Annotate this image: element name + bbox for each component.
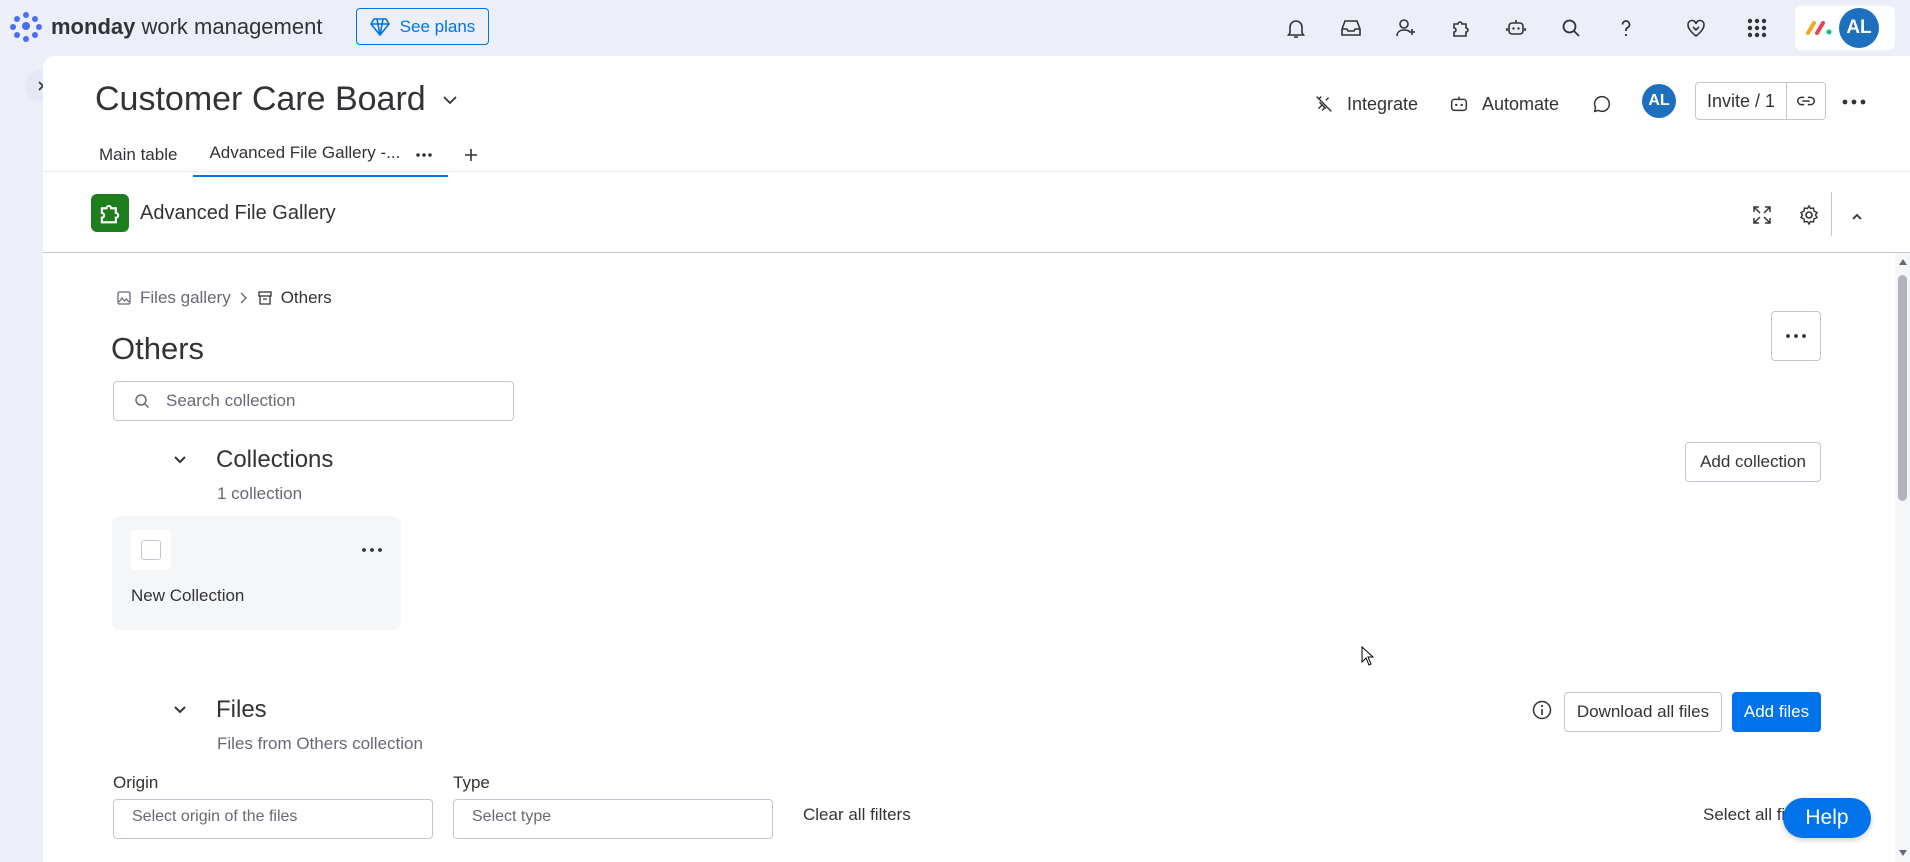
collections-count: 1 collection [217,484,303,503]
collection-name: New Collection [131,586,245,605]
monday-mark-icon [1806,21,1832,35]
integrate-button[interactable]: Integrate [1313,84,1418,124]
chevron-down-icon [443,95,457,104]
tab-more-icon[interactable] [416,153,433,157]
automate-robot-icon [1450,96,1468,112]
collection-more-options-button[interactable] [357,538,387,562]
invite-members-icon[interactable] [1390,12,1422,44]
origin-filter-label: Origin [113,773,159,792]
search-collection-field[interactable] [113,381,514,421]
board-owner-avatar[interactable]: AL [1642,84,1676,118]
diamond-icon [369,17,390,36]
widget-title: Advanced File Gallery [140,202,336,224]
search-collection-input[interactable] [164,390,494,412]
collections-heading: Collections [216,446,334,473]
tabs-divider [43,171,1910,172]
apps-puzzle-icon[interactable] [1445,12,1477,44]
gallery-content: Files gallery Others Others Collections … [43,253,1910,862]
collections-collapse-toggle[interactable] [168,447,192,471]
more-horizontal-icon [1842,99,1866,105]
clear-all-filters-button[interactable]: Clear all filters [803,805,911,825]
automate-button[interactable]: Automate [1448,84,1559,124]
board-more-options-button[interactable] [1838,86,1870,118]
invite-button[interactable]: Invite / 1 [1696,83,1787,119]
type-filter-select[interactable]: Select type [453,799,773,839]
heart-icon[interactable] [1680,12,1712,44]
brand-name: monday work management [51,14,323,39]
board-title[interactable]: Customer Care Board [95,80,458,119]
fullscreen-button[interactable] [1750,203,1776,229]
collapse-widget-button[interactable] [1843,203,1871,231]
widget-app-icon [91,194,129,232]
scrollbar-thumb[interactable] [1898,275,1907,501]
download-all-files-button[interactable]: Download all files [1564,692,1722,732]
breadcrumb-current: Others [280,288,332,307]
archive-box-icon [258,291,272,305]
monday-logo-icon [9,12,43,42]
see-plans-button[interactable]: See plans [356,8,489,45]
content-scrollbar[interactable] [1895,253,1910,862]
gear-icon [1800,204,1818,226]
type-filter-label: Type [453,773,490,792]
notifications-bell-icon[interactable] [1280,12,1312,44]
files-heading: Files [216,696,267,723]
search-icon[interactable] [1555,12,1587,44]
more-horizontal-icon [1786,334,1806,338]
image-gallery-icon [117,291,131,305]
puzzle-piece-icon [100,204,120,224]
invite-group: Invite / 1 [1695,82,1826,120]
left-sidebar-collapsed [0,56,40,862]
collection-card[interactable]: New Collection [112,516,401,630]
apps-grid-icon[interactable] [1741,12,1773,44]
scroll-down-arrow-icon[interactable] [1898,849,1908,857]
files-collapse-toggle[interactable] [168,697,192,721]
user-avatar[interactable]: AL [1839,8,1879,48]
chevron-up-icon [1852,213,1862,220]
add-files-button[interactable]: Add files [1732,692,1821,732]
collection-select-checkbox[interactable] [141,540,161,560]
plus-icon [465,149,478,161]
chevron-down-icon [174,455,186,463]
link-icon [1797,96,1815,106]
account-switcher[interactable]: AL [1795,6,1895,50]
more-horizontal-icon [362,548,382,552]
collection-thumbnail [131,530,171,570]
fullscreen-expand-icon [1753,206,1771,224]
ai-assistant-robot-icon[interactable] [1500,12,1532,44]
add-collection-button[interactable]: Add collection [1685,442,1821,482]
board-panel: Customer Care Board Integrate Automate A… [43,56,1910,862]
header-divider [1831,192,1832,236]
help-button[interactable]: Help [1783,798,1871,838]
mouse-cursor-icon [1361,646,1375,666]
help-question-icon[interactable] [1610,12,1642,44]
breadcrumb-files-gallery[interactable]: Files gallery [140,288,231,308]
widget-settings-button[interactable] [1797,203,1823,229]
updates-chat-icon[interactable] [1591,84,1613,124]
page-more-options-button[interactable] [1771,311,1821,361]
search-icon [135,394,150,409]
chevron-right-icon [240,292,247,304]
monday-logo[interactable]: monday work management [9,12,322,42]
files-info-icon[interactable] [1531,699,1553,721]
top-bar: monday work management See plans AL [0,0,1910,56]
copy-link-button[interactable] [1787,83,1825,119]
files-subtitle: Files from Others collection [217,734,423,753]
breadcrumb: Files gallery Others [116,288,332,308]
inbox-icon[interactable] [1335,12,1367,44]
origin-filter-select[interactable]: Select origin of the files [113,799,433,839]
integrate-plug-icon [1316,96,1332,112]
scroll-up-arrow-icon[interactable] [1898,258,1908,266]
page-title: Others [111,331,205,366]
chevron-down-icon [174,705,186,713]
